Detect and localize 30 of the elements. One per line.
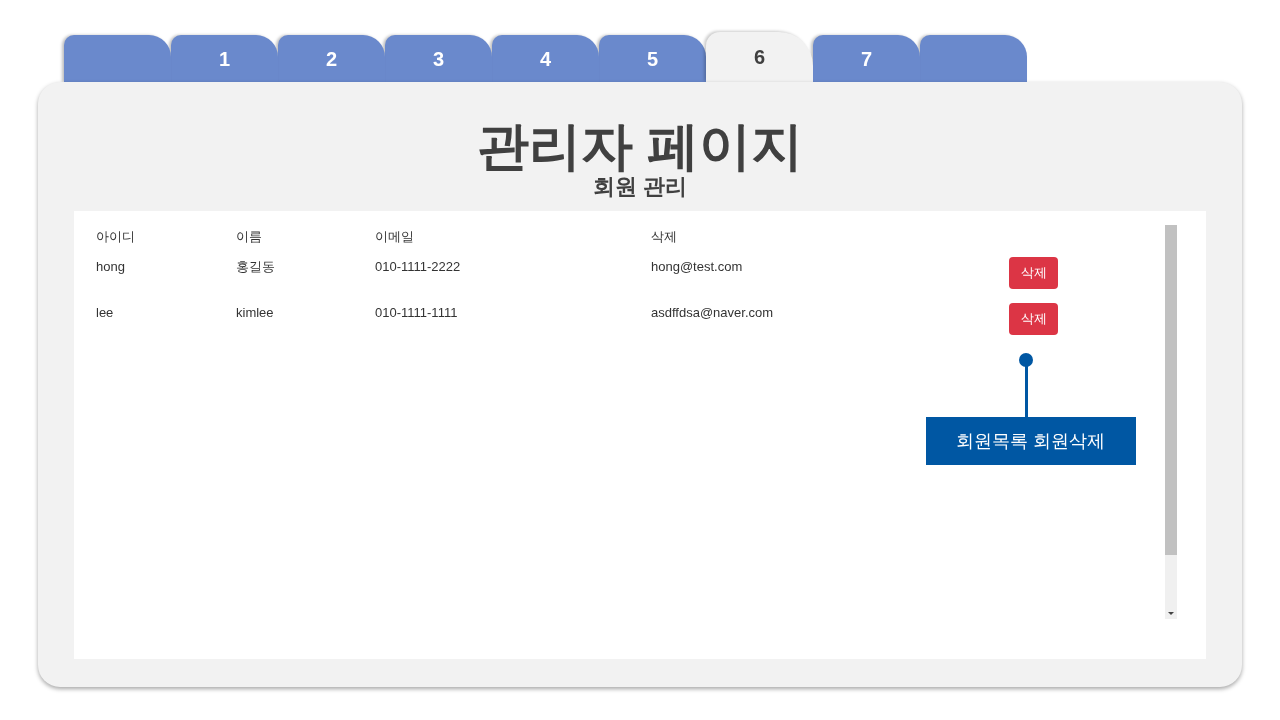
table-cell: asdffdsa@naver.com <box>651 305 774 321</box>
delete-button[interactable]: 삭제 <box>1009 303 1058 335</box>
table-cell: hong <box>96 259 125 275</box>
scroll-down-icon[interactable] <box>1168 612 1174 615</box>
table-cell: 010-1111-2222 <box>375 259 461 275</box>
column-header: 이메일 <box>375 229 414 245</box>
table-cell: kimlee <box>236 305 274 321</box>
tab[interactable]: 1 <box>171 35 278 82</box>
page-title: 관리자 페이지 <box>476 116 804 176</box>
table-cell: lee <box>96 305 114 321</box>
tab[interactable]: 6 <box>706 32 813 82</box>
callout-label: 회원목록 회원삭제 <box>926 417 1136 465</box>
tab[interactable] <box>64 35 171 82</box>
table-cell: 홍길동 <box>236 259 275 275</box>
column-header: 삭제 <box>651 229 677 245</box>
leader-line <box>1025 366 1028 417</box>
tab[interactable]: 3 <box>385 35 492 82</box>
scrollbar-thumb[interactable] <box>1165 225 1177 555</box>
delete-button[interactable]: 삭제 <box>1009 257 1058 289</box>
page-subtitle: 회원 관리 <box>592 174 688 200</box>
column-header: 아이디 <box>96 229 135 245</box>
tab[interactable] <box>920 35 1027 82</box>
tab[interactable]: 5 <box>599 35 706 82</box>
tab[interactable]: 4 <box>492 35 599 82</box>
tab[interactable]: 2 <box>278 35 385 82</box>
column-header: 이름 <box>236 229 262 245</box>
tab[interactable]: 7 <box>813 35 920 82</box>
scrollbar[interactable] <box>1165 225 1177 619</box>
table-cell: hong@test.com <box>651 259 743 275</box>
table-cell: 010-1111-1111 <box>375 305 458 321</box>
